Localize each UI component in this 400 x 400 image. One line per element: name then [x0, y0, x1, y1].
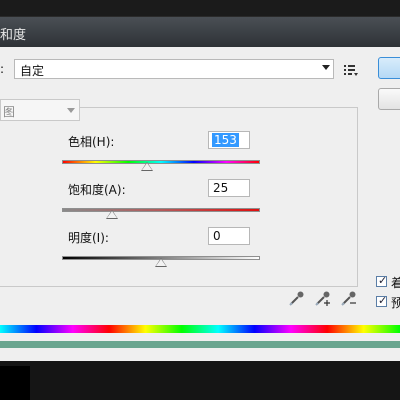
chevron-down-icon: [67, 108, 75, 113]
output-spectrum-bar: [0, 341, 400, 348]
saturation-slider-thumb[interactable]: [105, 210, 118, 219]
dialog-titlebar[interactable]: 和度: [0, 17, 400, 47]
preset-dropdown[interactable]: 自定: [14, 59, 334, 79]
channel-dropdown[interactable]: 图: [0, 99, 80, 121]
lightness-slider-thumb[interactable]: [155, 258, 167, 267]
lightness-label: 明度(I):: [68, 231, 109, 245]
preset-label: :: [0, 62, 5, 76]
hue-slider-thumb[interactable]: [141, 162, 154, 171]
ok-button[interactable]: [378, 57, 400, 79]
hue-input[interactable]: 153: [208, 131, 250, 149]
adjustment-group: [0, 107, 358, 287]
colorize-checkbox[interactable]: ✓: [376, 274, 388, 287]
lightness-input[interactable]: 0: [208, 227, 250, 245]
preview-checkbox[interactable]: ✓: [376, 294, 388, 307]
eyedropper-minus-icon[interactable]: [340, 289, 358, 307]
saturation-value: 25: [213, 181, 229, 195]
checkmark-icon: ✓: [378, 274, 388, 287]
channel-value: 图: [3, 105, 16, 119]
hue-value: 153: [212, 133, 239, 147]
workspace-bottom: [0, 361, 400, 400]
lightness-value: 0: [213, 229, 221, 243]
eyedropper-plus-icon[interactable]: [314, 289, 332, 307]
saturation-input[interactable]: 25: [208, 179, 250, 197]
saturation-label: 饱和度(A):: [68, 183, 126, 197]
cancel-button[interactable]: [378, 88, 400, 110]
checkmark-icon: ✓: [378, 294, 388, 307]
hue-slider-track[interactable]: [62, 160, 260, 164]
eyedropper-icon[interactable]: [288, 289, 306, 307]
chevron-down-icon: [322, 65, 330, 70]
workspace-bottom-inset: [0, 366, 30, 400]
colorize-label: 着: [391, 276, 400, 290]
workspace-top-strip: [0, 0, 400, 16]
hue-label: 色相(H):: [68, 135, 115, 149]
input-spectrum-bar: [0, 325, 400, 333]
hue-saturation-dialog: 和度 : 自定 图 色相(H): 153 饱和度(A): 25 明度(I): 0: [0, 16, 400, 362]
preset-options-icon[interactable]: [343, 63, 359, 77]
preset-value: 自定: [20, 64, 45, 78]
dialog-title: 和度: [0, 28, 27, 43]
preview-label: 预: [391, 296, 400, 310]
saturation-slider-track[interactable]: [62, 208, 260, 212]
